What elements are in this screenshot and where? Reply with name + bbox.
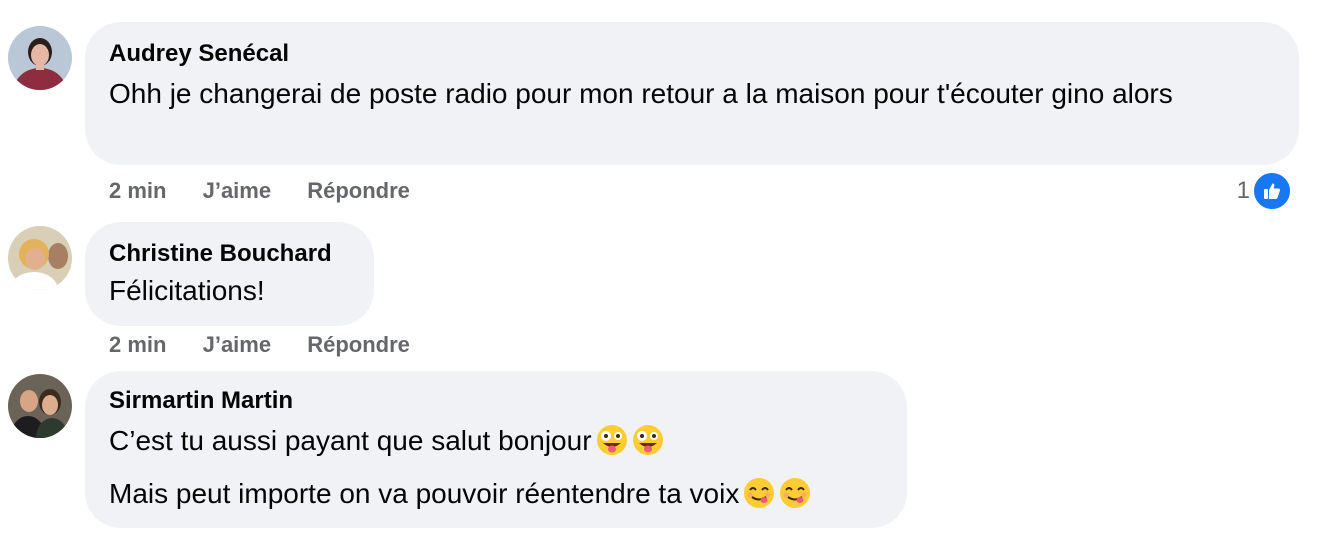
reaction-count: 1 bbox=[1236, 177, 1250, 204]
like-button[interactable]: J’aime bbox=[203, 178, 272, 203]
like-button[interactable]: J’aime bbox=[203, 332, 272, 357]
comment-text: Mais peut importe on va pouvoir réentend… bbox=[109, 474, 883, 513]
zany-face-emoji bbox=[596, 424, 628, 456]
comment-timestamp[interactable]: 2 min bbox=[109, 332, 166, 357]
yum-face-emoji bbox=[779, 477, 811, 509]
comment-actions: 2 min J’aime Répondre bbox=[109, 332, 440, 358]
comment-bubble: Audrey Senécal Ohh je changerai de poste… bbox=[85, 22, 1299, 165]
reply-button[interactable]: Répondre bbox=[307, 332, 410, 357]
comment-line-1: C’est tu aussi payant que salut bonjour bbox=[109, 425, 592, 456]
comment-text: C’est tu aussi payant que salut bonjour bbox=[109, 421, 883, 460]
comment-actions: 2 min J’aime Répondre bbox=[109, 178, 440, 204]
comment-author[interactable]: Audrey Senécal bbox=[109, 40, 1275, 68]
yum-face-emoji bbox=[743, 477, 775, 509]
avatar[interactable] bbox=[8, 26, 72, 90]
comment-author[interactable]: Christine Bouchard bbox=[109, 240, 350, 268]
comment-bubble: Christine Bouchard Félicitations! bbox=[85, 222, 374, 326]
like-icon bbox=[1252, 171, 1292, 211]
comment-text: Félicitations! bbox=[109, 275, 265, 306]
comment-timestamp[interactable]: 2 min bbox=[109, 178, 166, 203]
reply-button[interactable]: Répondre bbox=[307, 178, 410, 203]
comment-text: Ohh je changerai de poste radio pour mon… bbox=[109, 78, 1173, 109]
comment-author[interactable]: Sirmartin Martin bbox=[109, 387, 883, 415]
reaction-summary[interactable]: 1 bbox=[1237, 171, 1292, 211]
avatar[interactable] bbox=[8, 226, 72, 290]
avatar[interactable] bbox=[8, 374, 72, 438]
zany-face-emoji bbox=[632, 424, 664, 456]
comment-bubble: Sirmartin Martin C’est tu aussi payant q… bbox=[85, 371, 907, 528]
comment-line-2: Mais peut importe on va pouvoir réentend… bbox=[109, 478, 740, 509]
